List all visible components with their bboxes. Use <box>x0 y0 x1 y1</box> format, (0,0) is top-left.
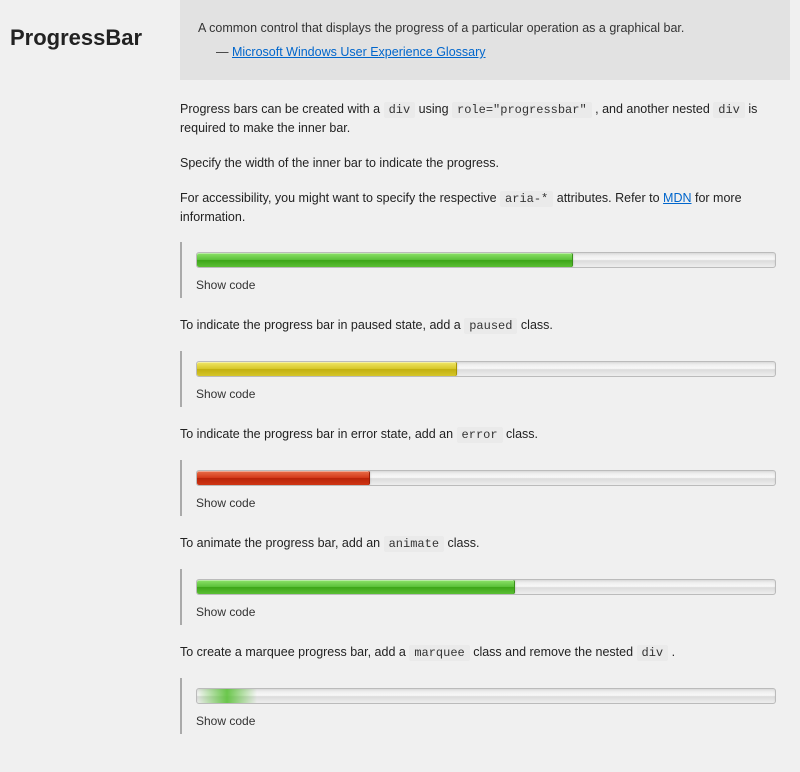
page-title: ProgressBar <box>10 25 170 51</box>
progressbar-track <box>196 252 776 268</box>
example-animate-desc: To animate the progress bar, add an anim… <box>180 534 790 553</box>
progressbar-fill <box>197 580 515 594</box>
progressbar-fill <box>197 253 573 267</box>
intro-paragraph-2: Specify the width of the inner bar to in… <box>180 154 790 173</box>
code-aria: aria-* <box>500 191 553 207</box>
show-code-toggle[interactable]: Show code <box>196 714 776 728</box>
code-paused: paused <box>464 318 517 334</box>
show-code-toggle[interactable]: Show code <box>196 278 776 292</box>
example-animate: Show code <box>180 569 790 625</box>
code-div2: div <box>713 102 745 118</box>
main-content: A common control that displays the progr… <box>180 0 800 772</box>
show-code-toggle[interactable]: Show code <box>196 387 776 401</box>
example-paused-desc: To indicate the progress bar in paused s… <box>180 316 790 335</box>
quote-box: A common control that displays the progr… <box>180 0 790 80</box>
intro-paragraph-3: For accessibility, you might want to spe… <box>180 189 790 227</box>
intro-paragraph-1: Progress bars can be created with a div … <box>180 100 790 138</box>
code-div: div <box>384 102 416 118</box>
code-animate: animate <box>384 536 444 552</box>
progressbar-track <box>196 361 776 377</box>
mdn-link[interactable]: MDN <box>663 191 691 205</box>
example-error-desc: To indicate the progress bar in error st… <box>180 425 790 444</box>
code-error: error <box>457 427 503 443</box>
progressbar-track <box>196 470 776 486</box>
show-code-toggle[interactable]: Show code <box>196 605 776 619</box>
progressbar-fill <box>197 362 457 376</box>
example-marquee: Show code <box>180 678 790 734</box>
example-paused: Show code <box>180 351 790 407</box>
show-code-toggle[interactable]: Show code <box>196 496 776 510</box>
progressbar-marquee-fill <box>197 689 257 703</box>
progressbar-track <box>196 688 776 704</box>
quote-attribution: — Microsoft Windows User Experience Glos… <box>198 42 772 62</box>
example-default: Show code <box>180 242 790 298</box>
example-error: Show code <box>180 460 790 516</box>
progressbar-track <box>196 579 776 595</box>
quote-source-link[interactable]: Microsoft Windows User Experience Glossa… <box>232 45 486 59</box>
code-role: role="progressbar" <box>452 102 592 118</box>
progressbar-fill <box>197 471 370 485</box>
quote-text: A common control that displays the progr… <box>198 18 772 38</box>
example-marquee-desc: To create a marquee progress bar, add a … <box>180 643 790 662</box>
